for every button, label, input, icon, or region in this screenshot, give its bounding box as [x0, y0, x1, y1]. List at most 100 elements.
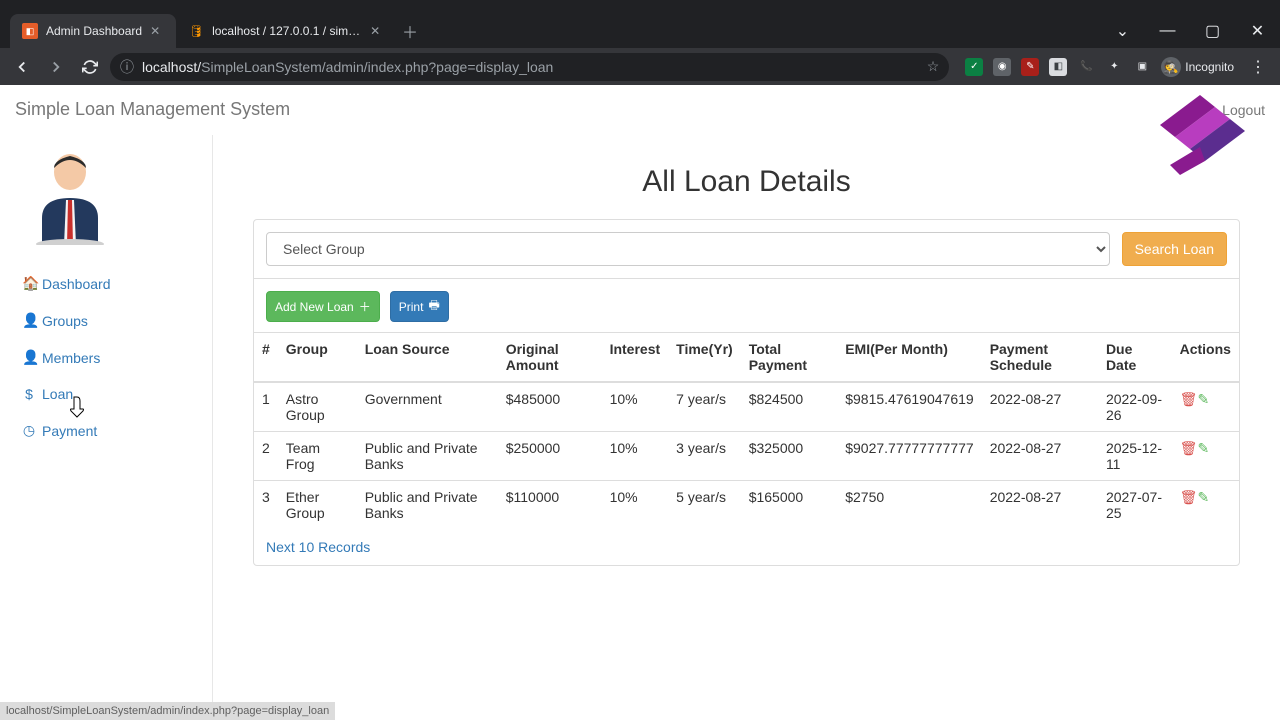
sidebar-item-label: Payment: [42, 423, 97, 439]
table-header: EMI(Per Month): [837, 333, 981, 383]
table-cell: 1: [254, 382, 278, 432]
avatar-icon: [30, 150, 110, 245]
delete-icon[interactable]: 🗑: [1180, 440, 1194, 454]
table-cell: 10%: [602, 382, 669, 432]
extension-icons: ✓ ◉ ✎ ◧ 📞 ✦ ▣ 🕵 Incognito ⋮: [955, 53, 1272, 81]
avatar: [20, 150, 192, 245]
user-icon: 👤: [22, 349, 36, 366]
page-body: Simple Loan Management System Logout 🏠Da…: [0, 85, 1280, 720]
edit-icon[interactable]: ✎: [1198, 489, 1212, 503]
browser-toolbar: ⓘ localhost/SimpleLoanSystem/admin/index…: [0, 48, 1280, 85]
info-icon: ⓘ: [120, 57, 134, 77]
add-new-loan-button[interactable]: Add New Loan ＋: [266, 291, 380, 322]
home-icon: 🏠: [22, 275, 36, 292]
extension-icon[interactable]: ◧: [1049, 58, 1067, 76]
group-select[interactable]: Select Group: [266, 232, 1110, 266]
sidebar-item-dashboard[interactable]: 🏠Dashboard: [22, 275, 190, 292]
sidebar-item-payment[interactable]: ◷Payment: [22, 422, 190, 439]
kebab-menu-icon[interactable]: ⋮: [1244, 53, 1272, 81]
table-cell: Ether Group: [278, 481, 357, 530]
extension-icon[interactable]: ▣: [1133, 58, 1151, 76]
table-cell: $2750: [837, 481, 981, 530]
browser-tab-1[interactable]: ◧ Admin Dashboard ✕: [10, 14, 176, 48]
table-cell: 2025-12-11: [1098, 432, 1172, 481]
table-cell: 10%: [602, 481, 669, 530]
table-header: Loan Source: [357, 333, 498, 383]
sidebar-item-label: Loan: [42, 386, 73, 402]
print-icon: 🖶: [428, 296, 439, 317]
table-cell: $824500: [741, 382, 838, 432]
incognito-badge: 🕵 Incognito: [1161, 57, 1234, 77]
table-cell: Astro Group: [278, 382, 357, 432]
table-header: Total Payment: [741, 333, 838, 383]
table-row: 3Ether GroupPublic and Private Banks$110…: [254, 481, 1239, 530]
tab-favicon-icon: 🛢: [188, 23, 204, 39]
extensions-puzzle-icon[interactable]: ✦: [1105, 58, 1123, 76]
next-records-link[interactable]: Next 10 Records: [254, 529, 1239, 565]
url-path: SimpleLoanSystem/admin/index.php?page=di…: [201, 59, 553, 75]
chevron-down-icon[interactable]: ⌄: [1100, 16, 1145, 46]
sidebar-item-members[interactable]: 👤 Members: [22, 349, 190, 366]
table-cell: $165000: [741, 481, 838, 530]
extension-icon[interactable]: ✎: [1021, 58, 1039, 76]
new-tab-button[interactable]: ＋: [396, 14, 424, 48]
table-cell: $110000: [498, 481, 602, 530]
table-cell: $325000: [741, 432, 838, 481]
search-loan-button[interactable]: Search Loan: [1122, 232, 1227, 266]
user-icon: 👤: [22, 312, 36, 329]
extension-icon[interactable]: ◉: [993, 58, 1011, 76]
sidebar-item-loan[interactable]: $ Loan: [22, 386, 190, 402]
table-row: 1Astro GroupGovernment$48500010%7 year/s…: [254, 382, 1239, 432]
maximize-button[interactable]: ▢: [1190, 16, 1235, 46]
table-cell: Team Frog: [278, 432, 357, 481]
loan-panel: Select Group Search Loan Add New Loan ＋ …: [253, 219, 1240, 566]
table-cell: 2022-08-27: [982, 481, 1098, 530]
url-host: localhost/: [142, 59, 201, 75]
table-cell: 3: [254, 481, 278, 530]
table-cell: Public and Private Banks: [357, 432, 498, 481]
table-cell: 2022-09-26: [1098, 382, 1172, 432]
bookmark-star-icon[interactable]: ☆: [927, 58, 940, 75]
close-icon[interactable]: ✕: [370, 24, 384, 38]
close-window-button[interactable]: ✕: [1235, 16, 1280, 46]
loans-table: #GroupLoan SourceOriginal AmountInterest…: [254, 332, 1239, 529]
tab-title: localhost / 127.0.0.1 / simpleloa: [212, 24, 362, 38]
delete-icon[interactable]: 🗑: [1180, 489, 1194, 503]
back-button[interactable]: [8, 53, 36, 81]
table-header: Interest: [602, 333, 669, 383]
table-header: Original Amount: [498, 333, 602, 383]
actions-cell: 🗑 ✎: [1172, 382, 1239, 432]
table-cell: 2027-07-25: [1098, 481, 1172, 530]
logout-link[interactable]: Logout: [1222, 102, 1265, 118]
address-bar[interactable]: ⓘ localhost/SimpleLoanSystem/admin/index…: [110, 53, 949, 81]
edit-icon[interactable]: ✎: [1198, 391, 1212, 405]
table-cell: $485000: [498, 382, 602, 432]
forward-button[interactable]: [42, 53, 70, 81]
table-cell: 5 year/s: [668, 481, 741, 530]
actions-cell: 🗑 ✎: [1172, 481, 1239, 530]
tab-favicon-icon: ◧: [22, 23, 38, 39]
extension-icon[interactable]: 📞: [1077, 58, 1095, 76]
delete-icon[interactable]: 🗑: [1180, 391, 1194, 405]
table-cell: $250000: [498, 432, 602, 481]
table-header: Actions: [1172, 333, 1239, 383]
print-button[interactable]: Print 🖶: [390, 291, 449, 322]
extension-icon[interactable]: ✓: [965, 58, 983, 76]
tab-title: Admin Dashboard: [46, 24, 142, 38]
table-cell: $9815.47619047619: [837, 382, 981, 432]
table-header: Time(Yr): [668, 333, 741, 383]
browser-tab-2[interactable]: 🛢 localhost / 127.0.0.1 / simpleloa ✕: [176, 14, 396, 48]
status-bar: localhost/SimpleLoanSystem/admin/index.p…: [0, 702, 335, 720]
edit-icon[interactable]: ✎: [1198, 440, 1212, 454]
table-cell: 10%: [602, 432, 669, 481]
minimize-button[interactable]: —: [1145, 16, 1190, 46]
close-icon[interactable]: ✕: [150, 24, 164, 38]
dollar-icon: $: [22, 386, 36, 402]
sidebar-item-groups[interactable]: 👤Groups: [22, 312, 190, 329]
table-row: 2Team FrogPublic and Private Banks$25000…: [254, 432, 1239, 481]
table-header: #: [254, 333, 278, 383]
table-header: Payment Schedule: [982, 333, 1098, 383]
sidebar-item-label: Members: [42, 350, 100, 366]
reload-button[interactable]: [76, 53, 104, 81]
window-controls: ⌄ — ▢ ✕: [1100, 14, 1280, 48]
